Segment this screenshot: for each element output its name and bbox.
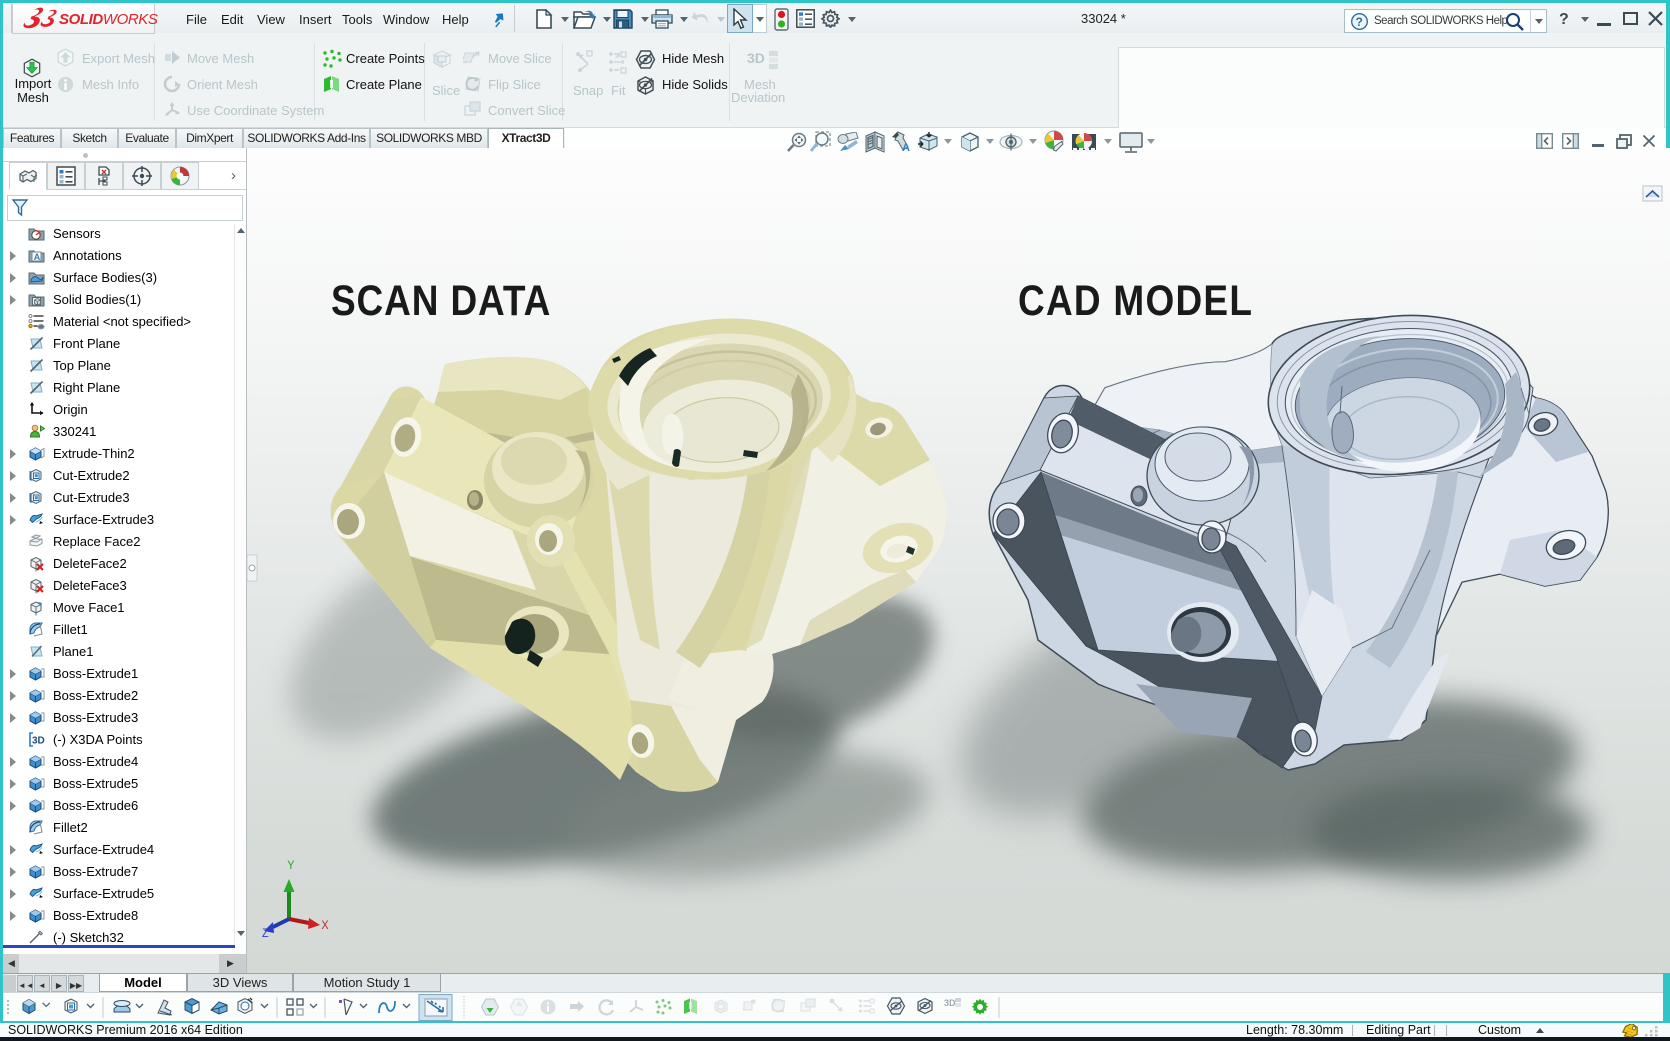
svg-text:?: ?	[1356, 15, 1363, 29]
svg-text:SCAN DATA: SCAN DATA	[331, 277, 550, 324]
svg-text:A: A	[34, 252, 41, 262]
svg-text:X: X	[321, 920, 329, 933]
svg-text:3D: 3D	[944, 998, 956, 1008]
svg-text:CAD MODEL: CAD MODEL	[1018, 277, 1252, 324]
svg-text:3D: 3D	[32, 736, 45, 747]
svg-text:A: A	[902, 142, 910, 153]
svg-text:Y: Y	[287, 860, 295, 873]
svg-text:Z: Z	[262, 928, 269, 941]
